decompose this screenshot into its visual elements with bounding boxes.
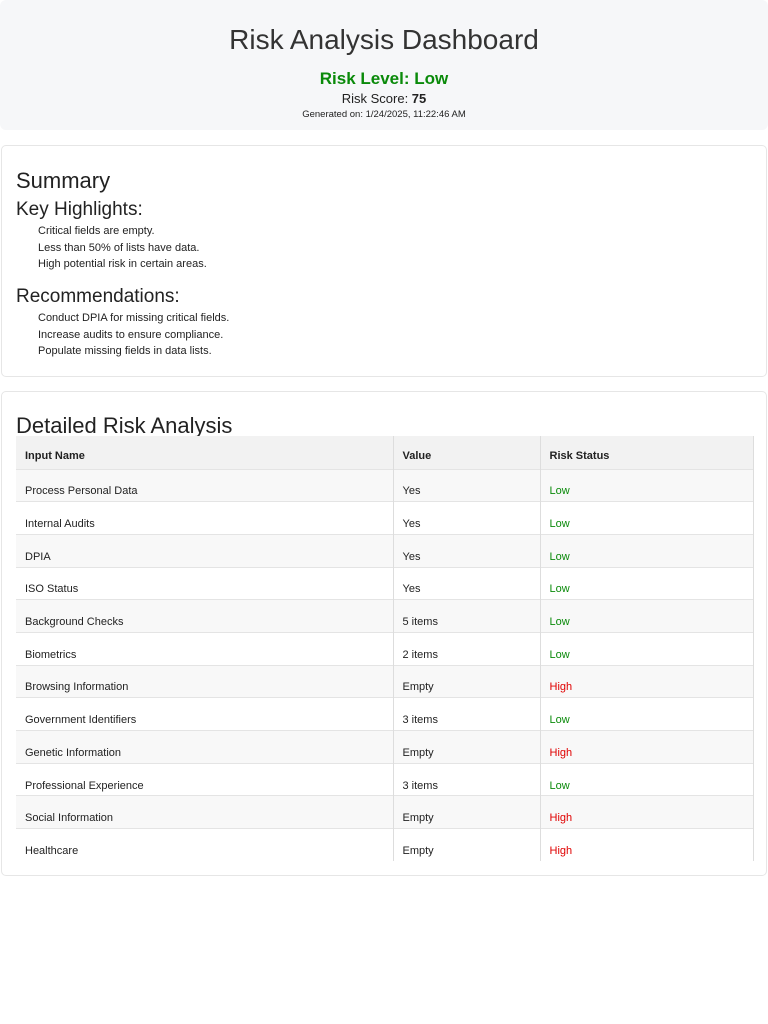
cell-risk-status: Low bbox=[540, 762, 754, 796]
summary-card: Summary Key Highlights: Critical fields … bbox=[1, 145, 767, 377]
summary-title: Summary bbox=[16, 168, 111, 193]
dashboard-header: Risk Analysis Dashboard Risk Level: Low … bbox=[0, 0, 768, 130]
cell-input-name: Internal Audits bbox=[16, 501, 394, 535]
cell-risk-status: Low bbox=[540, 566, 754, 600]
table-row: DPIA Yes Low bbox=[16, 533, 754, 568]
cell-value: Empty bbox=[393, 664, 541, 698]
cell-risk-status: Low bbox=[540, 533, 754, 568]
cell-risk-status: High bbox=[540, 795, 754, 829]
column-header-risk-status: Risk Status bbox=[540, 436, 754, 469]
list-item: Populate missing fields in data lists. bbox=[38, 345, 212, 357]
highlights-list: Critical fields are empty. Less than 50%… bbox=[38, 223, 207, 273]
recommendations-list: Conduct DPIA for missing critical fields… bbox=[38, 310, 229, 360]
list-item: Less than 50% of lists have data. bbox=[38, 241, 200, 254]
cell-input-name: DPIA bbox=[16, 533, 394, 568]
list-item: Increase audits to ensure compliance. bbox=[38, 328, 224, 341]
risk-level: Risk Level: Low bbox=[319, 69, 449, 88]
column-header-input-name: Input Name bbox=[16, 436, 394, 469]
table-row: Process Personal Data Yes Low bbox=[16, 468, 754, 502]
cell-value: 3 items bbox=[393, 697, 541, 731]
cell-value: Yes bbox=[393, 533, 541, 568]
table-row: Social Information Empty High bbox=[16, 795, 754, 829]
table-row: Professional Experience 3 items Low bbox=[16, 762, 754, 796]
cell-input-name: Process Personal Data bbox=[16, 468, 394, 502]
cell-value: Empty bbox=[393, 795, 541, 829]
cell-value: Empty bbox=[393, 828, 541, 862]
risk-score: Risk Score: 75 bbox=[0, 91, 768, 106]
cell-input-name: Background Checks bbox=[16, 599, 394, 633]
table-row: Biometrics 2 items Low bbox=[16, 631, 754, 666]
cell-input-name: Browsing Information bbox=[16, 664, 394, 698]
cell-risk-status: Low bbox=[540, 697, 754, 731]
cell-input-name: ISO Status bbox=[16, 566, 394, 600]
table-row: Genetic Information Empty High bbox=[16, 730, 754, 764]
risk-score-label: Risk Score: bbox=[341, 91, 412, 106]
cell-risk-status: Low bbox=[540, 501, 754, 535]
risk-table: Input Name Value Risk Status Process Per… bbox=[16, 436, 754, 862]
risk-score-value: 75 bbox=[411, 91, 427, 106]
cell-risk-status: High bbox=[540, 730, 754, 764]
cell-input-name: Professional Experience bbox=[16, 762, 394, 796]
cell-value: Yes bbox=[393, 566, 541, 600]
generated-timestamp: Generated on: 1/24/2025, 11:22:46 AM bbox=[302, 109, 466, 120]
cell-value: Empty bbox=[393, 730, 541, 764]
highlights-title: Key Highlights: bbox=[16, 199, 143, 220]
cell-input-name: Social Information bbox=[16, 795, 394, 829]
recommendations-title: Recommendations: bbox=[16, 286, 180, 307]
cell-value: Yes bbox=[393, 501, 541, 535]
table-row: Government Identifiers 3 items Low bbox=[16, 697, 754, 731]
cell-risk-status: High bbox=[540, 664, 754, 698]
cell-risk-status: Low bbox=[540, 468, 754, 502]
cell-input-name: Healthcare bbox=[16, 828, 394, 862]
cell-risk-status: Low bbox=[540, 631, 754, 666]
table-row: ISO Status Yes Low bbox=[16, 566, 754, 600]
cell-value: Yes bbox=[393, 468, 541, 502]
table-row: Internal Audits Yes Low bbox=[16, 501, 754, 535]
page-title: Risk Analysis Dashboard bbox=[229, 24, 539, 55]
table-row: Background Checks 5 items Low bbox=[16, 599, 754, 633]
cell-value: 5 items bbox=[393, 599, 541, 633]
list-item: Critical fields are empty. bbox=[38, 225, 155, 237]
cell-value: 3 items bbox=[393, 762, 541, 796]
cell-risk-status: High bbox=[540, 828, 754, 862]
table-row: Browsing Information Empty High bbox=[16, 664, 754, 698]
cell-input-name: Government Identifiers bbox=[16, 697, 394, 731]
cell-input-name: Genetic Information bbox=[16, 730, 394, 764]
cell-input-name: Biometrics bbox=[16, 631, 394, 666]
column-header-value: Value bbox=[393, 436, 541, 469]
table-row: Healthcare Empty High bbox=[16, 828, 754, 862]
list-item: Conduct DPIA for missing critical fields… bbox=[38, 312, 230, 324]
cell-risk-status: Low bbox=[540, 599, 754, 633]
list-item: High potential risk in certain areas. bbox=[38, 258, 207, 270]
cell-value: 2 items bbox=[393, 631, 541, 666]
detail-card: Detailed Risk Analysis Input Name Value … bbox=[1, 391, 767, 876]
